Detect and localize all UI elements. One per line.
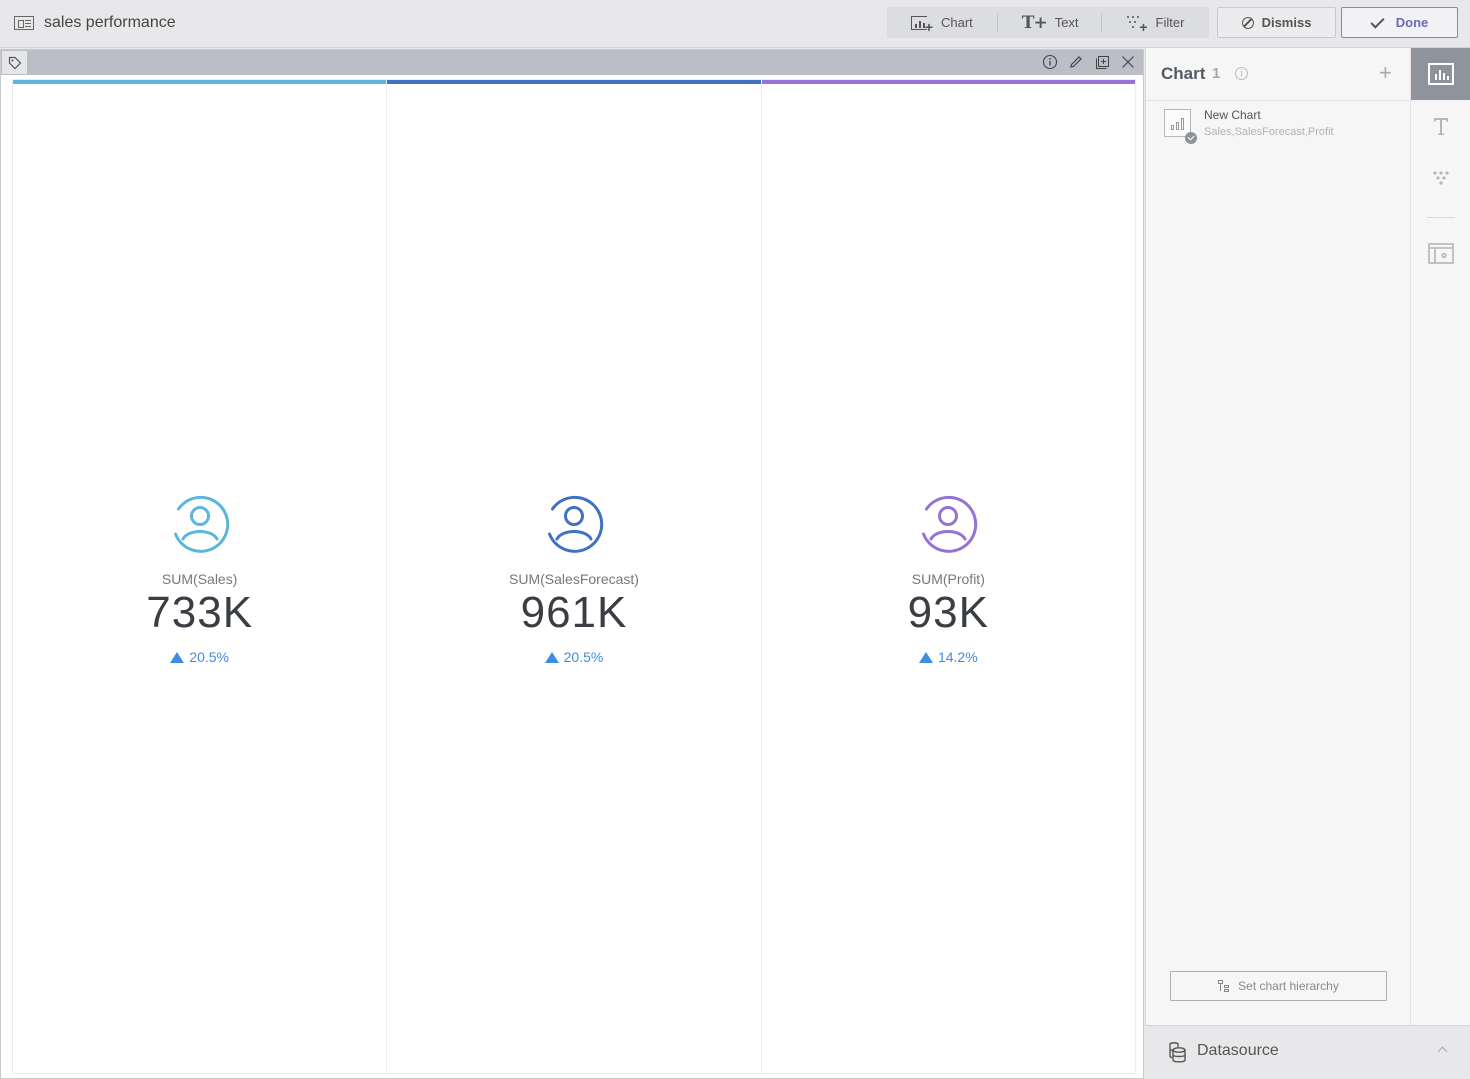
info-icon[interactable]: i bbox=[1235, 67, 1248, 80]
datasource-bar[interactable]: Datasource bbox=[1145, 1025, 1470, 1079]
text-plus-icon: T+ bbox=[1021, 12, 1048, 33]
filter-dots-icon bbox=[1433, 171, 1449, 185]
kpi-accent-bar bbox=[13, 80, 387, 84]
user-circle-icon bbox=[547, 495, 604, 553]
kpi-card: SUM(Profit) 93K 14.2% bbox=[761, 80, 1135, 1073]
done-button[interactable]: Done bbox=[1341, 7, 1458, 38]
dismiss-label: Dismiss bbox=[1261, 15, 1312, 30]
add-chart-plus-button[interactable]: + bbox=[1379, 60, 1392, 86]
trend-up-icon bbox=[170, 651, 185, 663]
add-text-label: Text bbox=[1054, 15, 1079, 30]
widget-header bbox=[1, 50, 1143, 75]
set-chart-hierarchy-label: Set chart hierarchy bbox=[1238, 979, 1339, 993]
kpi-value: 733K bbox=[146, 588, 254, 637]
chart-fields: Sales,SalesForecast,Profit bbox=[1204, 126, 1334, 138]
add-chart-label: Chart bbox=[941, 15, 973, 30]
layout-settings-tab[interactable] bbox=[1411, 228, 1470, 280]
kpi-label: SUM(SalesForecast) bbox=[509, 571, 639, 587]
kpi-widget: SUM(Sales) 733K 20.5% SUM(SalesForecast) 961… bbox=[0, 49, 1144, 1079]
user-circle-icon bbox=[173, 495, 229, 553]
edit-icon bbox=[1070, 56, 1082, 68]
kpi-change-value: 20.5% bbox=[563, 649, 604, 665]
kpi-accent-bar bbox=[761, 80, 1135, 84]
ban-icon bbox=[1241, 16, 1254, 29]
chart-list-panel: Chart 1 i + New Chart Sales,SalesForecas… bbox=[1145, 48, 1411, 1025]
add-chart-button[interactable]: + Chart bbox=[887, 7, 997, 38]
side-tab-bar bbox=[1410, 48, 1470, 1025]
chart-count: 1 bbox=[1212, 65, 1221, 82]
dismiss-button[interactable]: Dismiss bbox=[1217, 7, 1336, 38]
kpi-label: SUM(Sales) bbox=[161, 571, 238, 587]
dashboard-title-wrap: sales performance bbox=[14, 14, 176, 32]
kpi-card: SUM(SalesForecast) 961K 20.5% bbox=[387, 80, 762, 1073]
kpi-label: SUM(Profit) bbox=[911, 571, 985, 587]
kpi-change-value: 20.5% bbox=[189, 649, 230, 665]
filter-plus-icon: + bbox=[1126, 15, 1148, 34]
tag-icon bbox=[8, 56, 21, 69]
duplicate-button[interactable] bbox=[1093, 53, 1111, 71]
tag-button[interactable] bbox=[2, 51, 27, 74]
done-label: Done bbox=[1395, 15, 1429, 30]
kpi-value: 961K bbox=[520, 588, 628, 637]
kpi-container: SUM(Sales) 733K 20.5% SUM(SalesForecast) 961… bbox=[12, 79, 1136, 1074]
chart-plus-icon: + bbox=[911, 14, 933, 34]
layout-settings-icon bbox=[1428, 243, 1454, 264]
filter-tab[interactable] bbox=[1411, 152, 1470, 204]
side-tab-divider bbox=[1427, 217, 1455, 218]
kpi-content: SUM(Sales) 733K 20.5% bbox=[13, 492, 386, 665]
chart-list-item[interactable]: New Chart Sales,SalesForecast,Profit bbox=[1146, 102, 1411, 148]
info-icon bbox=[1042, 54, 1058, 70]
user-circle-icon bbox=[922, 495, 978, 553]
kpi-change: 14.2% bbox=[762, 649, 1135, 665]
chart-tab[interactable] bbox=[1411, 48, 1470, 100]
set-chart-hierarchy-button[interactable]: Set chart hierarchy bbox=[1170, 971, 1387, 1001]
kpi-card: SUM(Sales) 733K 20.5% bbox=[13, 80, 388, 1073]
text-tab[interactable] bbox=[1411, 100, 1470, 152]
panel-header: Chart 1 i + bbox=[1146, 48, 1411, 101]
dashboard-title: sales performance bbox=[44, 14, 176, 31]
datasource-icon bbox=[1169, 1042, 1186, 1063]
add-filter-label: Filter bbox=[1155, 15, 1185, 30]
dashboard-icon bbox=[14, 16, 34, 30]
info-button[interactable] bbox=[1041, 53, 1059, 71]
datasource-label: Datasource bbox=[1197, 1042, 1279, 1059]
kpi-change: 20.5% bbox=[13, 649, 386, 665]
check-circle-icon bbox=[1185, 132, 1197, 144]
text-icon bbox=[1434, 118, 1448, 135]
check-icon bbox=[1370, 13, 1385, 29]
chevron-up-icon bbox=[1437, 1046, 1448, 1057]
trend-up-icon bbox=[918, 651, 933, 663]
kpi-change: 20.5% bbox=[387, 649, 760, 665]
kpi-change-value: 14.2% bbox=[937, 649, 978, 665]
add-text-button[interactable]: T+ Text bbox=[998, 7, 1101, 38]
kpi-content: SUM(SalesForecast) 961K 20.5% bbox=[387, 492, 760, 665]
kpi-value: 93K bbox=[907, 588, 989, 637]
bar-chart-icon bbox=[1428, 63, 1454, 85]
kpi-content: SUM(Profit) 93K 14.2% bbox=[762, 492, 1135, 665]
panel-title: Chart bbox=[1161, 64, 1206, 83]
add-toolbar: + Chart T+ Text + Filter bbox=[887, 7, 1209, 38]
trend-up-icon bbox=[544, 651, 559, 663]
close-button[interactable] bbox=[1119, 53, 1137, 71]
add-filter-button[interactable]: + Filter bbox=[1102, 7, 1209, 38]
hierarchy-icon bbox=[1218, 979, 1230, 993]
widget-actions bbox=[1041, 53, 1137, 71]
close-icon bbox=[1122, 56, 1134, 68]
top-bar: sales performance + Chart T+ Text + Filt… bbox=[0, 0, 1470, 48]
chart-name: New Chart bbox=[1204, 108, 1261, 122]
edit-button[interactable] bbox=[1067, 53, 1085, 71]
kpi-accent-bar bbox=[387, 80, 761, 84]
duplicate-icon bbox=[1096, 56, 1109, 69]
